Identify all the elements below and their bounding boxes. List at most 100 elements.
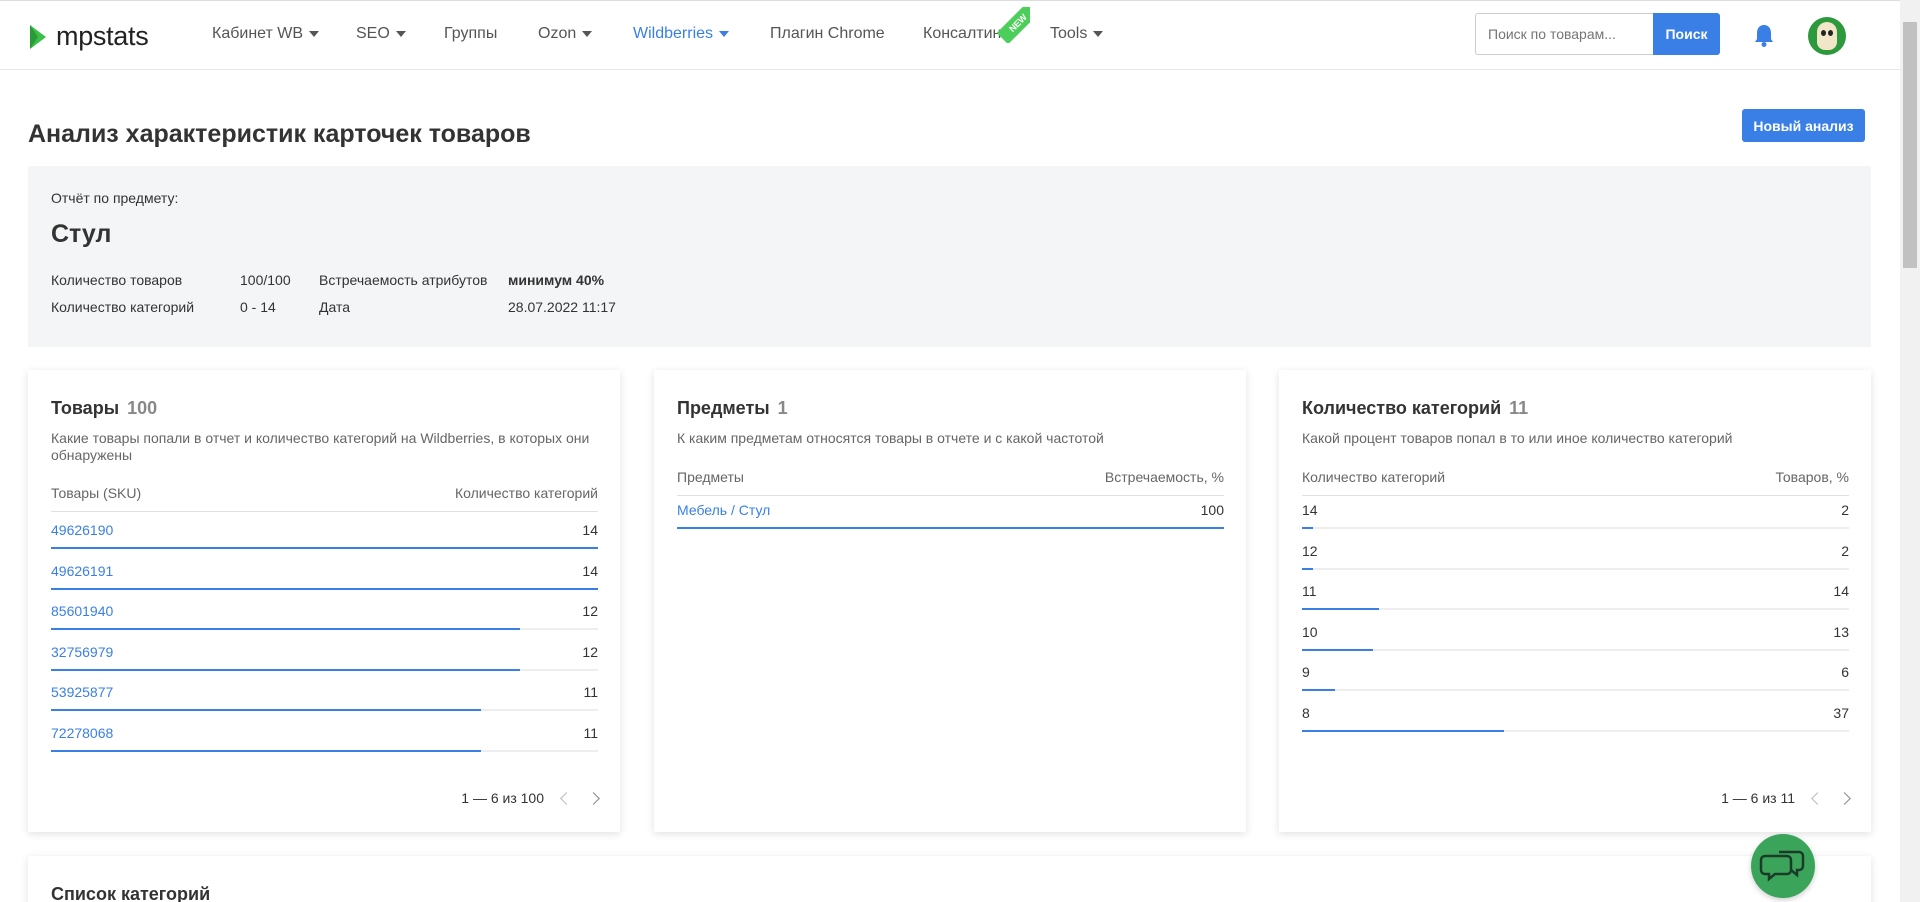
next-page-icon[interactable] [1838, 791, 1851, 805]
row-link[interactable]: 85601940 [51, 603, 113, 619]
row-value: 11 [583, 684, 598, 701]
nav-label: SEO [356, 25, 390, 42]
chat-icon [1759, 850, 1805, 882]
nav-ozon[interactable]: Ozon [538, 25, 593, 43]
bar-fill [1302, 608, 1379, 611]
row-value: 2 [1841, 502, 1849, 518]
bell-icon[interactable] [1753, 23, 1775, 47]
search-button[interactable]: Поиск [1653, 13, 1720, 55]
logo-text: mpstats [56, 21, 149, 51]
prev-page-icon[interactable] [560, 791, 573, 805]
nav-label: Ozon [538, 25, 577, 42]
search-input[interactable] [1475, 13, 1653, 55]
nav-chrome-plugin[interactable]: Плагин Chrome [770, 25, 885, 43]
bar-track [1302, 608, 1849, 611]
card-description: Какие товары попали в отчет и количество… [51, 430, 590, 463]
next-page-icon[interactable] [587, 791, 600, 805]
page-scrollbar[interactable] [1900, 0, 1920, 902]
subjects-card: Предметы 1 К каким предметам относятся то… [654, 370, 1246, 832]
nav-label: Кабинет WB [212, 25, 304, 42]
chevron-down-icon [582, 31, 593, 37]
row-value: 14 [582, 562, 598, 579]
bar-fill [51, 587, 598, 590]
logo[interactable]: mpstats [28, 21, 149, 52]
nav-label: Плагин Chrome [770, 25, 885, 42]
row-value: 100 [1200, 502, 1224, 518]
categories-count-label: Количество категорий [51, 299, 195, 315]
chat-button[interactable] [1751, 834, 1815, 898]
row-link[interactable]: 49626190 [51, 522, 113, 538]
card-title-text: Предметы [677, 398, 770, 418]
top-navigation-bar: mpstats Кабинет WB SEO Группы Ozon Wildb… [0, 0, 1900, 70]
card-description: К каким предметам относятся товары в отч… [677, 430, 1104, 446]
report-label: Отчёт по предмету: [51, 190, 179, 206]
pagination-label: 1 — 6 из 11 [1721, 790, 1795, 806]
card-title: Товары 100 [51, 398, 157, 419]
row-value: 37 [1833, 705, 1849, 721]
row-value: 12 [582, 603, 598, 620]
bar-fill [51, 547, 598, 549]
column-header-category-count: Количество категорий [1302, 469, 1446, 485]
header-divider [677, 495, 1224, 496]
list-row: 32756979 12 [51, 644, 598, 684]
pagination-label: 1 — 6 из 100 [461, 790, 544, 806]
categories-count-card: Количество категорий 11 Какой процент тов… [1279, 370, 1871, 832]
nav-groups[interactable]: Группы [444, 25, 497, 43]
row-link[interactable]: Мебель / Стул [677, 502, 770, 518]
card-title-text: Количество категорий [1302, 398, 1502, 418]
bar-track [1302, 527, 1849, 529]
card-count: 100 [127, 398, 158, 418]
nav-label: Группы [444, 25, 498, 42]
row-link[interactable]: 53925877 [51, 684, 113, 700]
row-link[interactable]: 72278068 [51, 725, 113, 741]
column-header-sku: Товары (SKU) [51, 485, 142, 501]
row-value: 13 [1833, 623, 1849, 640]
attr-frequency-value: минимум 40% [508, 272, 605, 288]
user-avatar[interactable] [1808, 17, 1846, 55]
column-header-products-percent: Товаров, % [1775, 469, 1849, 485]
bar-fill [1302, 730, 1505, 732]
bar-fill [677, 527, 1224, 529]
scrollbar-thumb[interactable] [1903, 22, 1917, 268]
avatar-face [1817, 22, 1837, 50]
list-row: 72278068 11 [51, 725, 598, 765]
row-value: 14 [582, 522, 598, 538]
nav-cabinet-wb[interactable]: Кабинет WB [212, 25, 320, 43]
report-subject: Стул [51, 220, 112, 248]
row-key: 14 [1302, 502, 1318, 518]
prev-page-icon[interactable] [1811, 791, 1824, 805]
chevron-down-icon [719, 31, 730, 37]
list-row: 11 14 [1302, 583, 1849, 623]
date-value: 28.07.2022 11:17 [508, 299, 616, 315]
header-divider [1302, 495, 1849, 496]
nav-seo[interactable]: SEO [356, 25, 406, 43]
new-analysis-button[interactable]: Новый анализ [1742, 109, 1865, 142]
row-value: 2 [1841, 542, 1849, 559]
row-value: 14 [1833, 583, 1849, 600]
column-header-frequency: Встречаемость, % [1104, 469, 1224, 485]
section-title: Список категорий [51, 884, 211, 902]
nav-wildberries[interactable]: Wildberries [633, 25, 730, 43]
categories-count-value: 0 - 14 [240, 299, 276, 315]
nav-label: Wildberries [633, 25, 714, 42]
nav-label: Tools [1050, 25, 1088, 42]
list-row: 53925877 11 [51, 684, 598, 724]
attr-frequency-label: Встречаемость атрибутов [319, 272, 488, 288]
bar-track [1302, 648, 1849, 651]
logo-icon [30, 24, 46, 49]
bar-fill [51, 709, 481, 712]
products-pagination: 1 — 6 из 100 [461, 790, 600, 806]
row-link[interactable]: 32756979 [51, 644, 113, 660]
nav-tools[interactable]: Tools [1050, 25, 1104, 43]
report-summary: Отчёт по предмету: Стул Количество товар… [28, 166, 1871, 347]
products-count-value: 100/100 [240, 272, 291, 288]
search-form: Поиск [1475, 13, 1720, 55]
row-key: 8 [1302, 705, 1310, 721]
date-label: Дата [319, 299, 351, 315]
bar-fill [1302, 567, 1313, 570]
bar-fill [51, 750, 481, 752]
row-link[interactable]: 49626191 [51, 563, 113, 579]
products-count-label: Количество товаров [51, 272, 183, 288]
list-row: Мебель / Стул 100 [677, 502, 1224, 542]
page-title: Анализ характеристик карточек товаров [28, 120, 531, 148]
